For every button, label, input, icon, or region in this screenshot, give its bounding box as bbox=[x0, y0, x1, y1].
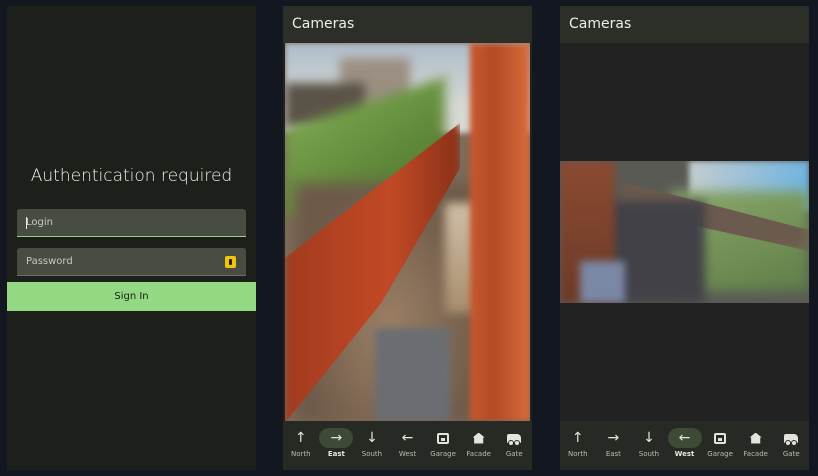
nav-label: Facade bbox=[466, 450, 491, 458]
page-title: Cameras bbox=[292, 16, 355, 32]
login-screen: Authentication required Sign In bbox=[7, 6, 256, 470]
camera-feed-image[interactable] bbox=[560, 161, 809, 303]
login-field[interactable] bbox=[17, 209, 246, 237]
nav-item-gate[interactable]: Gate bbox=[496, 421, 532, 470]
garage-icon bbox=[714, 432, 727, 444]
sign-in-button[interactable]: Sign In bbox=[7, 282, 256, 311]
nav-item-east[interactable]: → East bbox=[596, 421, 632, 470]
password-field[interactable] bbox=[17, 248, 246, 276]
bottom-navigation: ↑ North → East ↓ South ← West Garage Fac… bbox=[283, 421, 532, 470]
nav-label: East bbox=[327, 450, 345, 458]
house-icon bbox=[472, 432, 485, 444]
nav-label: North bbox=[568, 450, 588, 458]
nav-item-gate[interactable]: Gate bbox=[773, 421, 809, 470]
camera-view bbox=[283, 43, 532, 421]
nav-label: Garage bbox=[430, 450, 456, 458]
arrow-right-icon: → bbox=[330, 430, 343, 446]
nav-label: Garage bbox=[707, 450, 733, 458]
nav-label: East bbox=[605, 450, 621, 458]
nav-label: North bbox=[291, 450, 311, 458]
nav-item-west[interactable]: ← West bbox=[390, 421, 426, 470]
van-icon bbox=[784, 433, 799, 446]
nav-label: Gate bbox=[782, 450, 800, 458]
arrow-right-icon: → bbox=[607, 430, 620, 446]
garage-icon bbox=[437, 432, 450, 444]
arrow-left-icon: ← bbox=[401, 430, 414, 446]
arrow-up-icon: ↑ bbox=[571, 430, 584, 446]
camera-feed-image[interactable] bbox=[285, 43, 530, 421]
nav-item-west[interactable]: ← West bbox=[667, 421, 703, 470]
camera-view bbox=[560, 43, 809, 421]
house-icon bbox=[749, 432, 762, 444]
nav-item-north[interactable]: ↑ North bbox=[283, 421, 319, 470]
arrow-down-icon: ↓ bbox=[366, 430, 378, 446]
login-input[interactable] bbox=[17, 209, 246, 236]
nav-item-garage[interactable]: Garage bbox=[702, 421, 738, 470]
password-manager-key-icon[interactable] bbox=[225, 256, 236, 268]
cameras-screen-east: Cameras ↑ North → East ↓ South ← West Ga… bbox=[283, 6, 532, 470]
auth-title: Authentication required bbox=[30, 166, 233, 186]
van-icon bbox=[507, 433, 522, 446]
arrow-down-icon: ↓ bbox=[643, 430, 655, 446]
nav-item-facade[interactable]: Facade bbox=[738, 421, 774, 470]
nav-label: Gate bbox=[505, 450, 523, 458]
nav-item-north[interactable]: ↑ North bbox=[560, 421, 596, 470]
nav-item-garage[interactable]: Garage bbox=[425, 421, 461, 470]
nav-label: West bbox=[398, 450, 417, 458]
arrow-left-icon: ← bbox=[678, 430, 691, 446]
nav-label: West bbox=[674, 450, 695, 458]
nav-label: South bbox=[638, 450, 660, 458]
nav-label: Facade bbox=[743, 450, 768, 458]
nav-item-south[interactable]: ↓ South bbox=[631, 421, 667, 470]
page-title: Cameras bbox=[569, 16, 632, 32]
password-input[interactable] bbox=[17, 248, 246, 275]
app-bar: Cameras bbox=[560, 6, 809, 43]
cameras-screen-west: Cameras ↑ North → East ↓ South ← West Ga… bbox=[560, 6, 809, 470]
nav-item-east[interactable]: → East bbox=[319, 421, 355, 470]
nav-label: South bbox=[361, 450, 383, 458]
app-bar: Cameras bbox=[283, 6, 532, 43]
bottom-navigation: ↑ North → East ↓ South ← West Garage Fac… bbox=[560, 421, 809, 470]
nav-item-south[interactable]: ↓ South bbox=[354, 421, 390, 470]
nav-item-facade[interactable]: Facade bbox=[461, 421, 497, 470]
arrow-up-icon: ↑ bbox=[294, 430, 307, 446]
